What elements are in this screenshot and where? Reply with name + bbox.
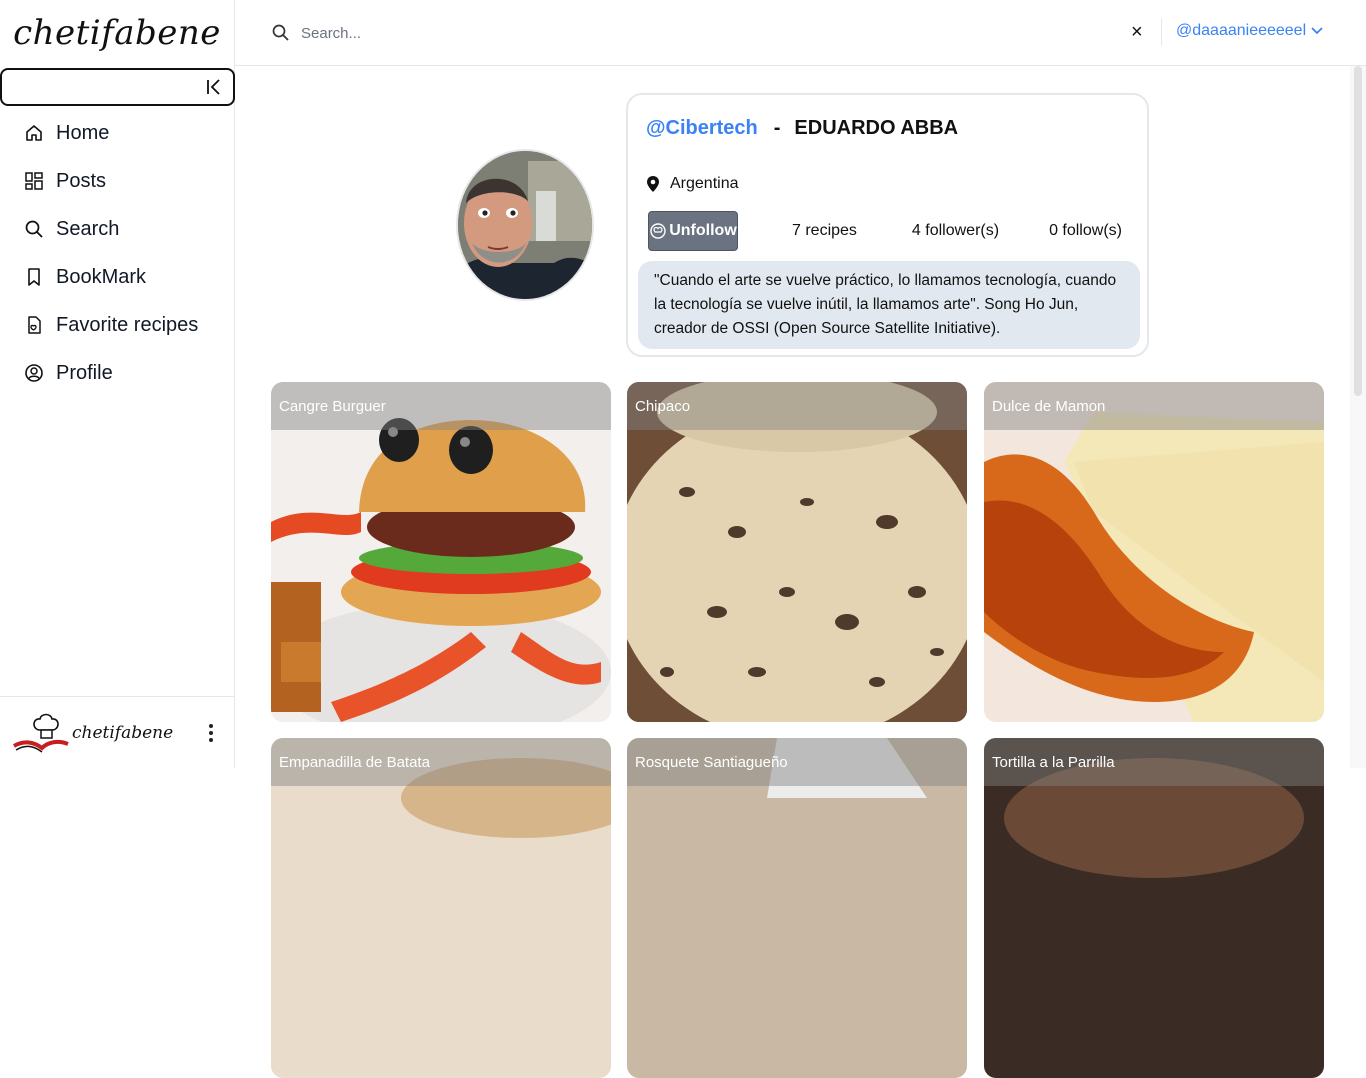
- profile-location: Argentina: [646, 175, 739, 193]
- topbar: × @daaaanieeeeeel: [235, 0, 1366, 66]
- recipe-title: Chipaco: [627, 382, 967, 430]
- unfollow-label: Unfollow: [669, 222, 737, 239]
- user-circle-icon: [24, 363, 44, 383]
- profile-bio: "Cuando el arte se vuelve práctico, lo l…: [638, 261, 1140, 349]
- search-icon: [272, 24, 289, 41]
- recipe-image: [627, 738, 967, 1078]
- sidebar-item-label: Home: [56, 121, 110, 144]
- sidebar-collapse-bar: [0, 68, 235, 106]
- profile-avatar: [456, 149, 594, 301]
- sidebar-item-label: Search: [56, 217, 120, 240]
- recipe-card[interactable]: Cangre Burguer: [271, 382, 611, 722]
- recipe-image: [627, 382, 967, 722]
- sidebar-item-label: BookMark: [56, 265, 147, 288]
- bookmark-icon: [24, 267, 44, 287]
- recipe-card[interactable]: Dulce de Mamon: [984, 382, 1324, 722]
- header-separator: -: [773, 117, 781, 139]
- footer-brand-name: chetifabene: [72, 722, 174, 743]
- profile-card: @Cibertech - EDUARDO ABBA Argentina Unfo…: [626, 93, 1149, 357]
- recipe-image: [984, 738, 1324, 1078]
- chef-badge-icon: [650, 223, 666, 239]
- recipe-card[interactable]: Tortilla a la Parrilla: [984, 738, 1324, 1078]
- more-options-icon[interactable]: [204, 723, 218, 743]
- sidebar-item-label: Profile: [56, 361, 113, 384]
- profile-username[interactable]: @Cibertech: [646, 117, 758, 140]
- recipe-title: Rosquete Santiagueño: [627, 738, 967, 786]
- recipes-count: 7 recipes: [792, 222, 857, 239]
- unfollow-button[interactable]: Unfollow: [648, 211, 738, 251]
- recipe-image: [984, 382, 1324, 722]
- profile-header: @Cibertech - EDUARDO ABBA: [646, 117, 958, 140]
- recipe-title: Empanadilla de Batata: [271, 738, 611, 786]
- brand-logo[interactable]: chetifabene: [0, 0, 234, 66]
- sidebar-item-favorite-recipes[interactable]: Favorite recipes: [0, 301, 234, 349]
- profile-stats: Unfollow 7 recipes 4 follower(s) 0 follo…: [648, 211, 1138, 251]
- sidebar-item-posts[interactable]: Posts: [0, 157, 234, 205]
- sidebar-item-bookmark[interactable]: BookMark: [0, 253, 234, 301]
- topbar-divider: [1161, 18, 1162, 46]
- sidebar-item-home[interactable]: Home: [0, 109, 234, 157]
- brand-name: chetifabene: [13, 13, 221, 53]
- sidebar-item-label: Favorite recipes: [56, 313, 199, 336]
- sidebar-nav: Home Posts Search BookMark Favorite reci…: [0, 109, 234, 397]
- sidebar-item-profile[interactable]: Profile: [0, 349, 234, 397]
- recipe-card[interactable]: Chipaco: [627, 382, 967, 722]
- clear-search-button[interactable]: ×: [1131, 20, 1143, 44]
- follows-count[interactable]: 0 follow(s): [1049, 222, 1122, 240]
- recipe-image: [271, 382, 611, 722]
- chef-hat-book-icon: [12, 713, 69, 753]
- grid-icon: [24, 171, 44, 191]
- chevron-down-icon: [1311, 27, 1323, 35]
- search-input[interactable]: [301, 16, 1121, 50]
- collapse-sidebar-icon[interactable]: [205, 78, 223, 96]
- sidebar-footer: chetifabene: [0, 696, 234, 768]
- recipe-card[interactable]: Rosquete Santiagueño: [627, 738, 967, 1078]
- user-menu-dropdown[interactable]: @daaaanieeeeeel: [1176, 22, 1324, 40]
- profile-full-name: EDUARDO ABBA: [794, 117, 959, 139]
- sidebar-item-label: Posts: [56, 169, 107, 192]
- recipe-image: [271, 738, 611, 1078]
- recipe-card[interactable]: Empanadilla de Batata: [271, 738, 611, 1078]
- location-text: Argentina: [670, 175, 739, 192]
- sidebar-item-search[interactable]: Search: [0, 205, 234, 253]
- sidebar: chetifabene Home Posts Search BookMark F…: [0, 0, 235, 768]
- followers-count[interactable]: 4 follower(s): [912, 222, 999, 240]
- footer-logo[interactable]: chetifabene: [12, 710, 173, 756]
- map-pin-icon: [647, 176, 659, 192]
- search-icon: [24, 219, 44, 239]
- recipe-title: Tortilla a la Parrilla: [984, 738, 1324, 786]
- main-scrollbar[interactable]: [1350, 66, 1366, 768]
- favorite-doc-icon: [24, 315, 44, 335]
- recipe-title: Cangre Burguer: [271, 382, 611, 430]
- recipe-title: Dulce de Mamon: [984, 382, 1324, 430]
- scroll-thumb[interactable]: [1354, 66, 1362, 396]
- current-user-handle: @daaaanieeeeeel: [1176, 22, 1307, 39]
- home-icon: [24, 123, 44, 143]
